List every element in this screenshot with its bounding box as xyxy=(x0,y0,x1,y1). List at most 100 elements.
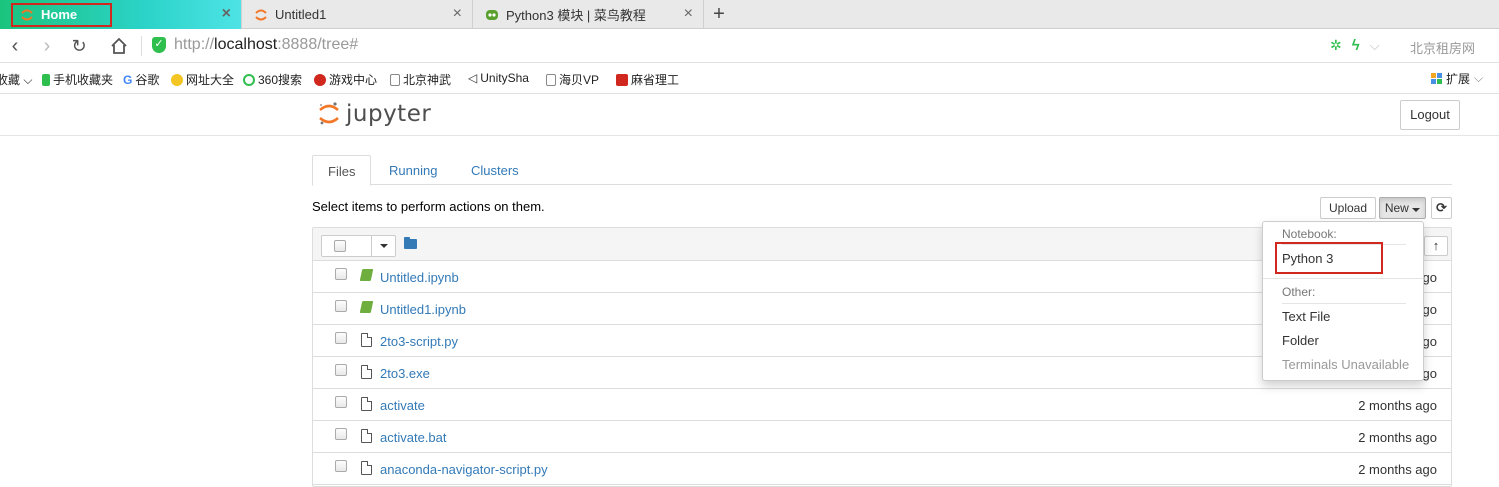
select-all-checkbox[interactable] xyxy=(334,240,346,252)
web-directory-icon xyxy=(171,73,183,86)
game-center-icon xyxy=(314,73,326,86)
row-checkbox[interactable] xyxy=(335,364,347,376)
forward-icon[interactable]: › xyxy=(36,35,58,57)
refresh-icon: ⟳ xyxy=(1436,200,1447,215)
file-name-link[interactable]: 2to3-script.py xyxy=(380,334,458,349)
jupyter-header xyxy=(0,95,1499,136)
row-checkbox[interactable] xyxy=(335,428,347,440)
list-item[interactable]: anaconda-navigator-script.py 2 months ag… xyxy=(313,453,1451,485)
refresh-button[interactable]: ⟳ xyxy=(1431,197,1452,219)
divider xyxy=(141,36,142,56)
address-bar: ‹ › ↻ ✓ http://localhost:8888/tree# ✲ ϟ … xyxy=(0,29,1499,63)
file-name-link[interactable]: activate.bat xyxy=(380,430,447,445)
security-shield-icon[interactable]: ✓ xyxy=(152,37,166,53)
select-all-dropdown[interactable] xyxy=(321,235,396,257)
file-name-link[interactable]: anaconda-navigator-script.py xyxy=(380,462,548,477)
bookmark-favorites[interactable]: 收藏 ⌵ xyxy=(0,71,32,88)
address-bar-tools: ✲ ϟ ⌵ xyxy=(1330,37,1380,54)
home-icon[interactable] xyxy=(110,37,128,55)
bookmark-mit[interactable]: 麻省理工 xyxy=(616,71,679,88)
bookmark-web-directory[interactable]: 网址大全 xyxy=(171,71,234,88)
caret-down-icon xyxy=(380,244,388,248)
notebook-icon xyxy=(359,269,374,281)
new-text-file-item[interactable]: Text File xyxy=(1282,309,1330,324)
recycle-icon[interactable]: ✲ xyxy=(1330,37,1342,54)
tab-running[interactable]: Running xyxy=(374,155,452,185)
runoob-favicon-icon xyxy=(486,9,498,20)
select-menu-toggle[interactable] xyxy=(371,236,396,256)
360-search-icon xyxy=(243,73,255,86)
row-checkbox[interactable] xyxy=(335,332,347,344)
row-checkbox[interactable] xyxy=(335,300,347,312)
new-button[interactable]: New xyxy=(1379,197,1426,219)
sort-arrow-up-icon[interactable]: ↑ xyxy=(1424,236,1448,256)
file-icon xyxy=(361,429,372,443)
jupyter-logo[interactable]: jupyter xyxy=(318,101,431,127)
browser-tab-untitled1[interactable]: Untitled1 × xyxy=(242,0,473,29)
file-name-link[interactable]: activate xyxy=(380,398,425,413)
phone-icon xyxy=(42,73,50,86)
new-python3-notebook-item[interactable]: Python 3 xyxy=(1282,251,1333,266)
divider xyxy=(1263,278,1423,279)
list-item[interactable]: activate 2 months ago xyxy=(313,389,1451,421)
chevron-down-icon[interactable]: ⌵ xyxy=(1370,38,1380,54)
extensions-button[interactable]: 扩展 ⌵ xyxy=(1431,70,1483,87)
file-modified: 2 months ago xyxy=(1358,462,1437,477)
reload-icon[interactable]: ↻ xyxy=(68,35,90,57)
file-name-link[interactable]: Untitled1.ipynb xyxy=(380,302,466,317)
bookmark-360-search[interactable]: 360搜索 xyxy=(243,71,302,88)
file-name-link[interactable]: 2to3.exe xyxy=(380,366,430,381)
terminals-unavailable-item: Terminals Unavailable xyxy=(1282,357,1410,372)
notebook-section-header: Notebook: xyxy=(1282,227,1337,241)
tab-clusters[interactable]: Clusters xyxy=(456,155,534,185)
row-checkbox[interactable] xyxy=(335,268,347,280)
bookmark-game-center[interactable]: 游戏中心 xyxy=(314,71,377,88)
list-item[interactable]: activate.bat 2 months ago xyxy=(313,421,1451,453)
browser-tab-strip: Home × Untitled1 × Python3 模块 | 菜鸟教程 × + xyxy=(0,0,1499,29)
file-icon xyxy=(361,365,372,379)
tab-title: Python3 模块 | 菜鸟教程 xyxy=(506,8,646,23)
logout-button[interactable]: Logout xyxy=(1400,100,1460,130)
bookmark-beijing-shenwu[interactable]: 北京神武 xyxy=(390,71,451,88)
new-tab-button[interactable]: + xyxy=(708,3,730,25)
close-tab-icon[interactable]: × xyxy=(453,6,462,22)
browser-tab-home[interactable]: Home × xyxy=(0,0,242,29)
divider xyxy=(1282,244,1406,245)
close-tab-icon[interactable]: × xyxy=(222,6,231,22)
tab-title: Untitled1 xyxy=(275,7,327,22)
bookmark-haibei[interactable]: 海贝VP xyxy=(546,71,599,88)
lightning-icon[interactable]: ϟ xyxy=(1352,37,1360,54)
search-suggestion-text[interactable]: 北京租房网 xyxy=(1410,38,1475,57)
bookmark-phone[interactable]: 手机收藏夹 xyxy=(42,71,113,88)
notebook-icon xyxy=(359,301,374,313)
caret-down-icon xyxy=(1412,208,1421,212)
file-modified: 2 months ago xyxy=(1358,430,1437,445)
extensions-grid-icon xyxy=(1431,73,1442,84)
tab-title: Home xyxy=(41,7,78,22)
close-tab-icon[interactable]: × xyxy=(684,6,693,22)
file-icon xyxy=(361,397,372,411)
mit-icon xyxy=(616,73,628,86)
row-checkbox[interactable] xyxy=(335,460,347,472)
unity-icon: ◁ xyxy=(468,71,478,85)
page-icon xyxy=(390,73,400,86)
jupyter-favicon-icon xyxy=(255,9,267,20)
jupyter-logo-icon xyxy=(319,102,339,125)
bookmark-google[interactable]: G 谷歌 xyxy=(123,71,159,88)
browser-tab-runoob[interactable]: Python3 模块 | 菜鸟教程 × xyxy=(473,0,704,29)
bookmark-unity[interactable]: ◁ UnitySha xyxy=(468,71,529,85)
divider xyxy=(1282,303,1406,304)
tab-files[interactable]: Files xyxy=(312,155,372,186)
url-input[interactable]: http://localhost:8888/tree# xyxy=(174,36,358,54)
bookmarks-bar: 收藏 ⌵ 手机收藏夹 G 谷歌 网址大全 360搜索 游戏中心 北京神武 ◁ Uni… xyxy=(0,63,1499,94)
jupyter-favicon-icon xyxy=(21,9,33,20)
row-checkbox[interactable] xyxy=(335,396,347,408)
folder-icon[interactable] xyxy=(404,237,417,249)
file-modified: 2 months ago xyxy=(1358,398,1437,413)
page-icon xyxy=(546,73,556,86)
file-name-link[interactable]: Untitled.ipynb xyxy=(380,270,459,285)
google-icon: G xyxy=(123,72,133,87)
back-icon[interactable]: ‹ xyxy=(4,35,26,57)
upload-button[interactable]: Upload xyxy=(1320,197,1376,219)
new-folder-item[interactable]: Folder xyxy=(1282,333,1319,348)
